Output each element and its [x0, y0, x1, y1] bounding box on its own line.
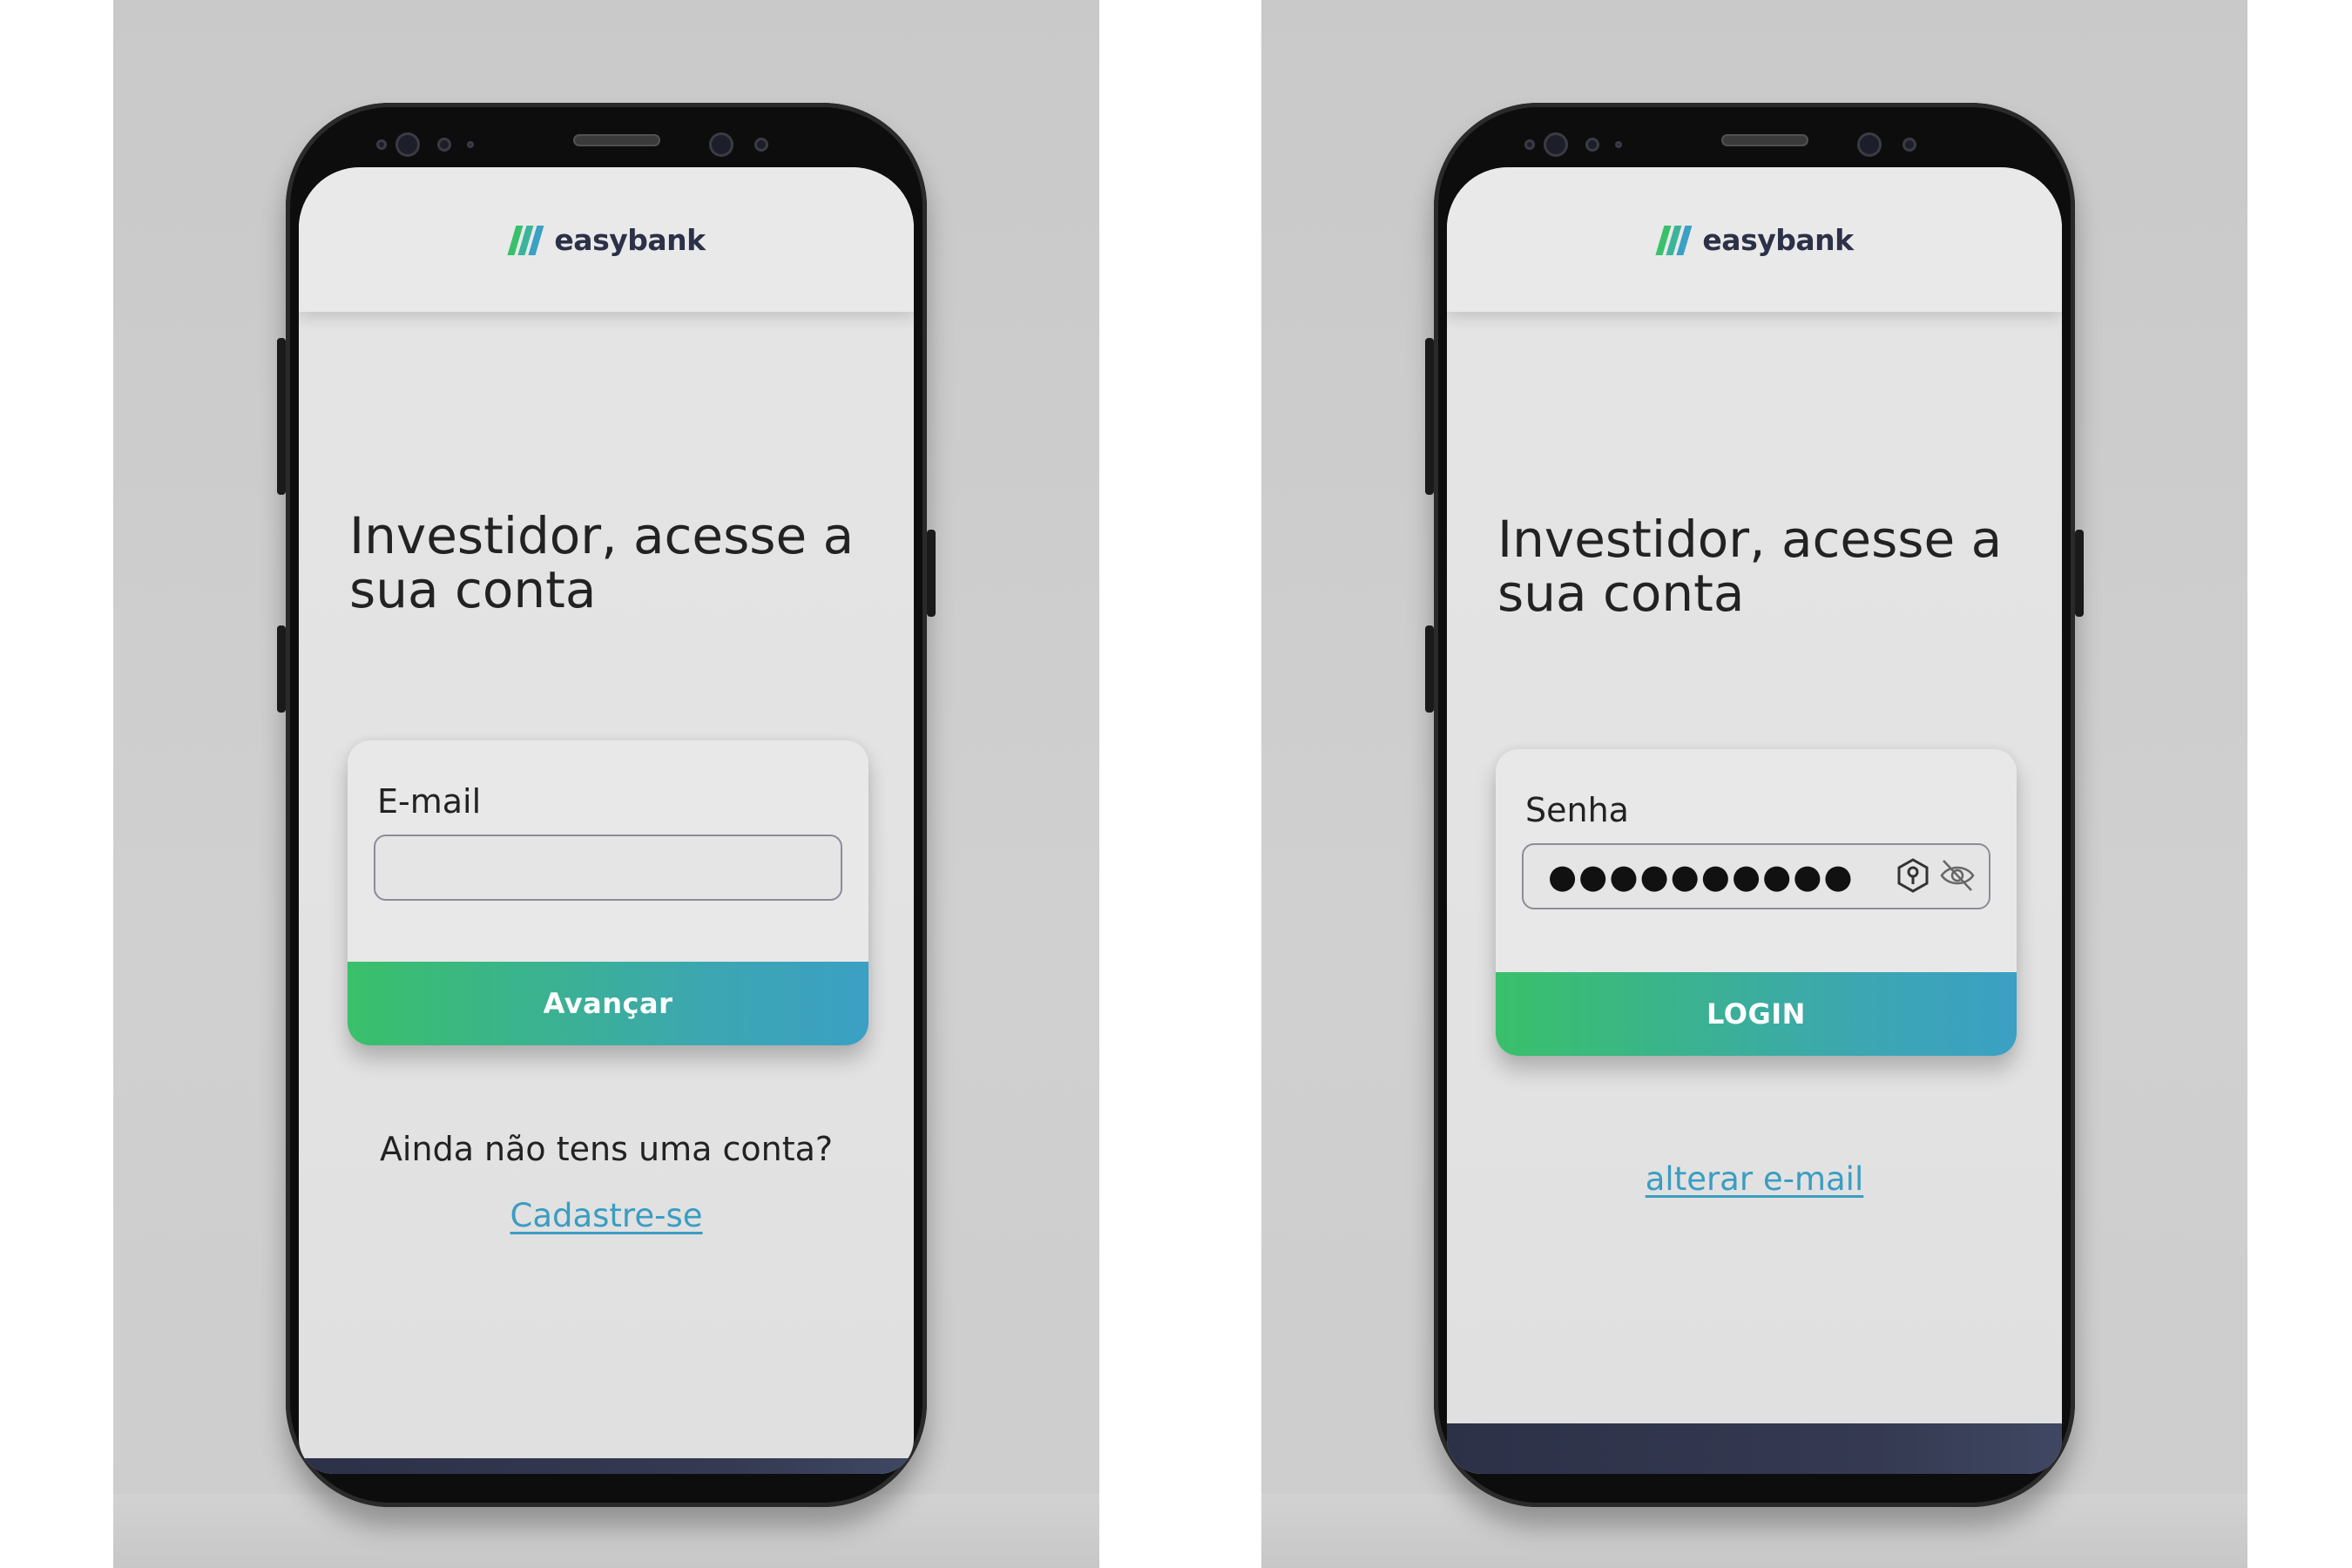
volume-button	[1425, 338, 1434, 495]
assistant-button	[277, 625, 286, 713]
speaker-grille	[1721, 134, 1808, 146]
mockup-panel-password: easybank Investidor, acesse a sua conta …	[1261, 0, 2247, 1568]
top-bezel	[1504, 122, 2005, 157]
page-title: Investidor, acesse a sua conta	[1497, 510, 2003, 623]
app-header: easybank	[1447, 167, 2062, 312]
phone-frame: easybank Investidor, acesse a sua conta …	[1425, 103, 2084, 1507]
mockup-panel-email: easybank Investidor, acesse a sua conta …	[113, 0, 1099, 1568]
volume-button	[277, 338, 286, 495]
bottom-bar	[1447, 1423, 2062, 1474]
next-button[interactable]: Avançar	[348, 962, 868, 1045]
brand-name: easybank	[1702, 223, 1854, 257]
sensor-icon	[437, 138, 451, 152]
signup-link[interactable]: Cadastre-se	[299, 1197, 914, 1234]
email-label: E-mail	[377, 782, 482, 821]
page-title: Investidor, acesse a sua conta	[349, 506, 855, 619]
sensor-icon	[1615, 141, 1622, 148]
password-label: Senha	[1525, 791, 1629, 829]
sensor-icon	[467, 141, 474, 148]
brand-logo: easybank	[507, 223, 706, 257]
front-camera-icon	[395, 132, 420, 157]
brand-name: easybank	[554, 223, 706, 257]
change-email-link[interactable]: alterar e-mail	[1447, 1160, 2062, 1198]
sensor-icon	[754, 138, 768, 152]
password-value: ●●●●●●●●●●	[1548, 857, 1855, 896]
password-field[interactable]: ●●●●●●●●●●	[1522, 843, 1990, 909]
key-shield-icon[interactable]	[1895, 857, 1931, 894]
email-field[interactable]	[374, 835, 842, 901]
app-header: easybank	[299, 167, 914, 312]
iris-camera-icon	[709, 132, 733, 157]
assistant-button	[1425, 625, 1434, 713]
login-card: Senha ●●●●●●●●●● LOGIN	[1496, 749, 2017, 1056]
login-button[interactable]: LOGIN	[1496, 972, 2017, 1056]
front-camera-icon	[1544, 132, 1568, 157]
power-button	[927, 530, 936, 617]
sensor-icon	[376, 139, 387, 150]
bottom-bar	[299, 1458, 914, 1474]
password-field-icons	[1895, 857, 1977, 894]
iris-camera-icon	[1857, 132, 1882, 157]
eye-off-icon[interactable]	[1938, 857, 1977, 894]
easybank-logo-icon	[1655, 225, 1693, 255]
phone-frame: easybank Investidor, acesse a sua conta …	[277, 103, 936, 1507]
phone-screen: easybank Investidor, acesse a sua conta …	[299, 167, 914, 1474]
sensor-icon	[1524, 139, 1535, 150]
phone-screen: easybank Investidor, acesse a sua conta …	[1447, 167, 2062, 1474]
sensor-icon	[1585, 138, 1599, 152]
login-card: E-mail Avançar	[348, 740, 868, 1045]
sensor-icon	[1903, 138, 1916, 152]
power-button	[2075, 530, 2084, 617]
brand-logo: easybank	[1655, 223, 1854, 257]
top-bezel	[355, 122, 857, 157]
easybank-logo-icon	[507, 225, 544, 255]
signup-question: Ainda não tens uma conta?	[379, 1130, 834, 1168]
speaker-grille	[573, 134, 660, 146]
